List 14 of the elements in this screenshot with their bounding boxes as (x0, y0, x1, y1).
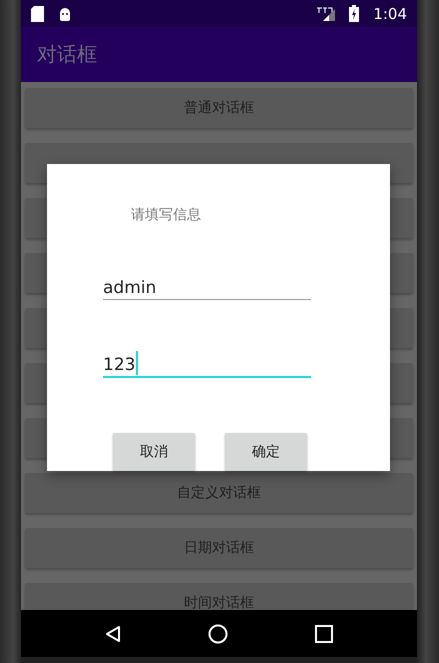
clock-time: 1:04 (373, 4, 407, 22)
battery-icon (349, 5, 360, 22)
android-icon (58, 6, 72, 20)
back-icon[interactable] (104, 624, 121, 642)
dialog-button[interactable]: 取消 (113, 433, 195, 471)
home-icon[interactable] (208, 624, 228, 644)
sd-card-icon (31, 6, 44, 22)
input-field[interactable]: 123 (103, 346, 311, 378)
input-field[interactable]: admin (103, 268, 311, 300)
dialog-title: 请填写信息 (131, 206, 202, 224)
overview-icon[interactable] (315, 624, 334, 642)
app-title: 对话框 (37, 41, 97, 68)
dialog-button[interactable]: 确定 (225, 433, 307, 471)
signal-icon (317, 6, 336, 20)
